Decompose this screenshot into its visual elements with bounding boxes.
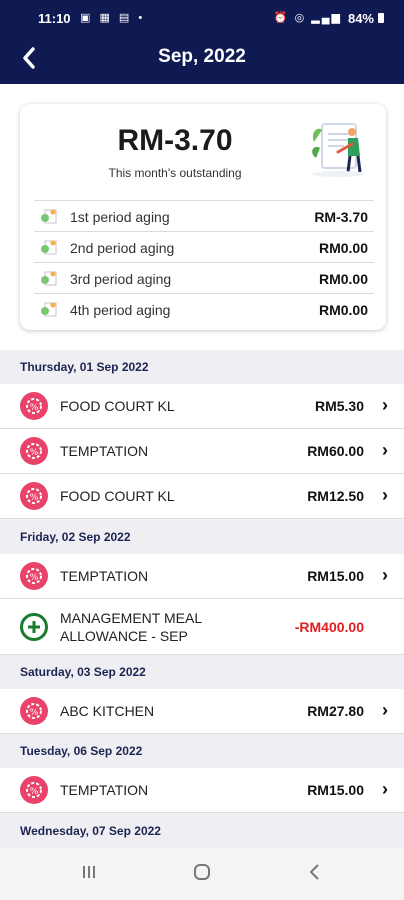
date-header: Saturday, 03 Sep 2022 — [0, 655, 404, 689]
date-header: Friday, 02 Sep 2022 — [0, 520, 404, 554]
signal-icons: ⏰ ◎ ▂▄▆ — [273, 12, 342, 24]
date-header: Tuesday, 06 Sep 2022 — [0, 734, 404, 768]
aging-row-1: 1st period aging RM-3.70 — [34, 200, 374, 231]
transaction-name: TEMPTATION — [60, 782, 149, 798]
date-label: Friday, 02 Sep 2022 — [20, 530, 131, 544]
aging-label: 3rd period aging — [70, 271, 172, 287]
discount-tag-icon: % — [20, 562, 48, 590]
date-label: Saturday, 03 Sep 2022 — [20, 665, 146, 679]
chevron-right-icon: › — [382, 440, 388, 460]
aging-row-2: 2nd period aging RM0.00 — [34, 231, 374, 262]
discount-tag-icon: % — [20, 437, 48, 465]
top-bar: 11:10 ▣ ▦ ▤ • ⏰ ◎ ▂▄▆ 84% Sep, 2022 — [0, 0, 404, 84]
back-arrow-icon — [309, 864, 319, 880]
chevron-right-icon: › — [382, 485, 388, 505]
status-bar: 11:10 ▣ ▦ ▤ • ⏰ ◎ ▂▄▆ 84% — [0, 0, 404, 36]
date-label: Tuesday, 06 Sep 2022 — [20, 744, 143, 758]
transaction-amount: RM12.50 — [307, 488, 364, 504]
battery-icon — [378, 13, 384, 23]
transaction-row[interactable]: % TEMPTATION RM60.00 › — [0, 429, 404, 474]
svg-text:%: % — [30, 403, 39, 413]
discount-tag-icon: % — [20, 697, 48, 725]
chevron-right-icon: › — [382, 700, 388, 720]
aging-label: 4th period aging — [70, 302, 171, 318]
transaction-amount: RM15.00 — [307, 568, 364, 584]
aging-value: RM0.00 — [318, 302, 368, 318]
header: Sep, 2022 — [0, 36, 404, 84]
transaction-amount: RM27.80 — [307, 703, 364, 719]
transaction-name: TEMPTATION — [60, 443, 149, 459]
battery-level: 84% — [347, 11, 374, 26]
svg-text:%: % — [30, 787, 39, 797]
home-icon — [194, 864, 210, 880]
transaction-name: ABC KITCHEN — [60, 703, 155, 719]
date-label: Wednesday, 07 Sep 2022 — [20, 824, 161, 838]
aging-icon — [40, 270, 58, 286]
outstanding-card: RM-3.70 This month's outstanding 1st per… — [20, 104, 386, 330]
aging-row-3: 3rd period aging RM0.00 — [34, 262, 374, 293]
outstanding-subtitle: This month's outstanding — [108, 166, 242, 180]
aging-row-4: 4th period aging RM0.00 — [34, 293, 374, 324]
svg-text:%: % — [30, 708, 39, 718]
aging-label: 2nd period aging — [70, 240, 175, 256]
discount-tag-icon: % — [20, 776, 48, 804]
outstanding-amount: RM-3.70 — [117, 124, 233, 157]
date-header: Thursday, 01 Sep 2022 — [0, 350, 404, 384]
transaction-name: MANAGEMENT MEAL ALLOWANCE - SEP — [60, 610, 202, 644]
transaction-amount: -RM400.00 — [294, 619, 364, 635]
transaction-amount: RM60.00 — [307, 443, 364, 459]
system-back-button[interactable] — [300, 862, 330, 886]
discount-tag-icon: % — [20, 392, 48, 420]
aging-icon — [40, 208, 58, 224]
chevron-right-icon: › — [382, 395, 388, 415]
date-label: Thursday, 01 Sep 2022 — [20, 360, 149, 374]
date-header: Wednesday, 07 Sep 2022 — [0, 814, 404, 848]
aging-value: RM-3.70 — [314, 209, 368, 225]
transaction-name: FOOD COURT KL — [60, 488, 175, 504]
status-time: 11:10 — [38, 11, 71, 26]
transaction-row[interactable]: % FOOD COURT KL RM5.30 › — [0, 384, 404, 429]
plus-circle-icon — [20, 613, 48, 641]
transaction-row: MANAGEMENT MEAL ALLOWANCE - SEP -RM400.0… — [0, 599, 404, 655]
transaction-amount: RM15.00 — [307, 782, 364, 798]
aging-value: RM0.00 — [318, 271, 368, 287]
notification-icons: ▣ ▦ ▤ • — [80, 12, 146, 24]
chevron-right-icon: › — [382, 565, 388, 585]
aging-icon — [40, 239, 58, 255]
aging-label: 1st period aging — [70, 209, 170, 225]
transaction-row[interactable]: % FOOD COURT KL RM12.50 › — [0, 474, 404, 519]
discount-tag-icon: % — [20, 482, 48, 510]
transaction-name: TEMPTATION — [60, 568, 149, 584]
system-nav-bar — [0, 848, 404, 900]
svg-text:%: % — [30, 573, 39, 583]
summary-section: RM-3.70 This month's outstanding 1st per… — [0, 84, 404, 350]
invoice-illustration-icon — [312, 123, 364, 177]
transaction-row[interactable]: % TEMPTATION RM15.00 › — [0, 768, 404, 813]
transaction-name: FOOD COURT KL — [60, 398, 175, 414]
aging-value: RM0.00 — [318, 240, 368, 256]
home-button[interactable] — [187, 862, 217, 886]
page-title: Sep, 2022 — [158, 46, 246, 67]
transaction-amount: RM5.30 — [314, 398, 364, 414]
svg-text:%: % — [30, 493, 39, 503]
recent-apps-icon — [83, 866, 95, 878]
transaction-row[interactable]: % TEMPTATION RM15.00 › — [0, 554, 404, 599]
svg-text:%: % — [30, 448, 39, 458]
chevron-right-icon: › — [382, 779, 388, 799]
transaction-row[interactable]: % ABC KITCHEN RM27.80 › — [0, 689, 404, 734]
aging-icon — [40, 301, 58, 317]
recent-apps-button[interactable] — [74, 862, 104, 886]
